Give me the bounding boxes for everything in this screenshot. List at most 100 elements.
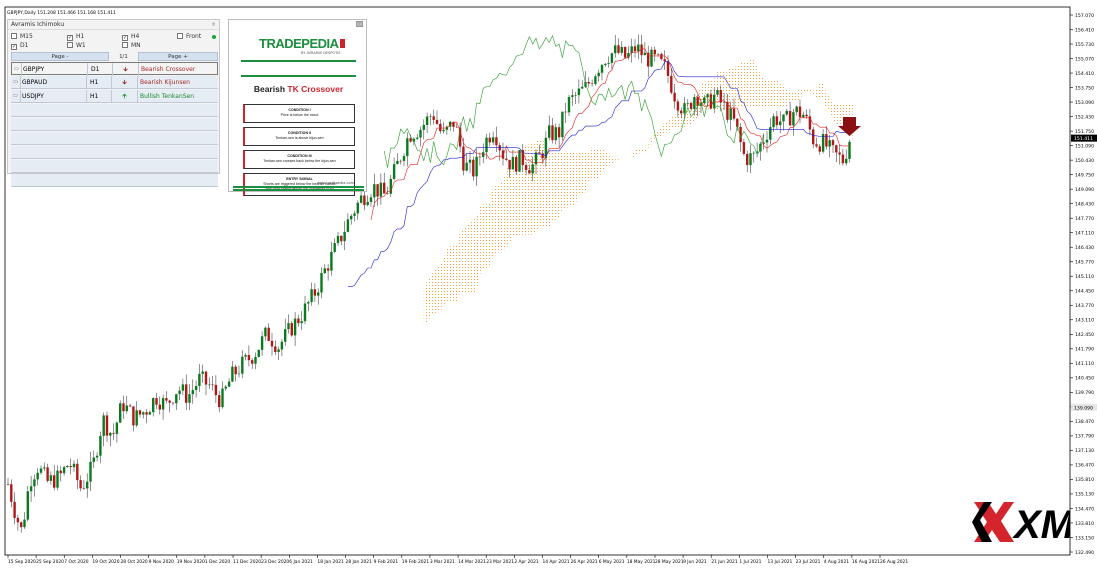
bearish-candle — [732, 108, 736, 119]
bullish-candle — [567, 97, 571, 113]
bullish-candle — [92, 457, 95, 462]
bearish-candle — [670, 75, 673, 93]
table-row-empty — [11, 132, 218, 145]
bullish-candle — [406, 138, 409, 157]
bearish-candle — [234, 366, 237, 375]
table-row[interactable]: ▭ GBPJPY D1 🡫 Bearish Crossover — [11, 62, 218, 76]
bearish-candle — [623, 47, 627, 58]
bearish-candle — [82, 488, 86, 489]
bullish-candle — [33, 479, 36, 487]
signal-cell: Bullish TenkanSen — [140, 93, 195, 100]
bullish-candle — [303, 303, 307, 322]
bullish-candle — [135, 410, 138, 426]
timeframe-m15[interactable]: M15 — [11, 33, 33, 41]
bullish-candle — [729, 108, 732, 120]
timeframe-h4[interactable]: ✓ H4 — [122, 33, 139, 41]
bullish-candle — [224, 386, 227, 389]
bearish-candle — [435, 119, 439, 124]
timeframe-front[interactable]: Front — [177, 33, 201, 41]
timeframe-cell: D1 — [88, 63, 113, 76]
checkbox-icon — [122, 42, 128, 48]
price-tick-label: 143.110 — [1075, 318, 1094, 324]
price-tick-label: 133.810 — [1075, 521, 1094, 527]
bullish-candle — [795, 106, 798, 113]
bullish-candle — [330, 251, 333, 271]
tradepedia-strategy-card: ⊠ TRADEPEDIA BY AVRAMIS DESPOTIS Bearish… — [228, 19, 367, 196]
page-prev-button[interactable]: Page - — [11, 52, 109, 61]
bullish-candle — [350, 215, 353, 220]
bearish-candle — [69, 466, 72, 468]
table-row[interactable]: ▭ USDJPY H1 🡩 Bullish TenkanSen — [11, 90, 218, 103]
date-tick-label: 19 Nov 2020 — [177, 559, 205, 565]
bullish-candle — [161, 398, 165, 410]
price-tick-label: 155.730 — [1075, 42, 1094, 48]
status-dot-icon — [212, 35, 216, 39]
bullish-candle — [191, 390, 194, 395]
bullish-candle — [561, 111, 564, 138]
timeframe-cell: H1 — [87, 90, 112, 103]
bullish-candle — [257, 349, 260, 357]
chart-icon[interactable]: ▭ — [11, 90, 21, 103]
bearish-candle — [488, 137, 491, 143]
bullish-candle — [785, 110, 788, 115]
bullish-candle — [188, 394, 191, 403]
chart-icon[interactable]: ▭ — [11, 76, 21, 89]
bullish-candle — [571, 95, 574, 98]
date-tick-label: 26 Apr 2021 — [571, 559, 598, 565]
checkbox-icon — [177, 33, 183, 39]
close-icon[interactable]: ⊠ — [356, 21, 363, 28]
bearish-candle — [689, 102, 693, 109]
bearish-candle — [204, 371, 208, 385]
table-row[interactable]: ▭ GBPAUD H1 🡫 Bearish Kijunsen — [11, 76, 218, 89]
bullish-candle — [828, 140, 831, 147]
date-tick-label: 16 Aug 2021 — [852, 559, 880, 565]
price-tick-label: 149.750 — [1075, 172, 1094, 178]
price-tick-label: 152.430 — [1075, 114, 1094, 120]
bearish-candle — [376, 184, 379, 197]
bullish-candle — [264, 327, 267, 337]
bullish-candle — [356, 202, 359, 214]
chart-icon[interactable]: ▭ — [12, 63, 22, 76]
bullish-candle — [23, 519, 26, 528]
checkbox-icon — [11, 33, 17, 39]
close-icon[interactable]: × — [211, 20, 216, 30]
date-tick-label: 23 Jul 2021 — [796, 559, 821, 565]
bullish-candle — [600, 65, 604, 73]
bullish-candle — [419, 129, 422, 138]
bullish-candle — [320, 273, 323, 293]
divider — [241, 75, 356, 77]
bullish-candle — [280, 341, 284, 350]
bearish-candle — [145, 412, 148, 415]
price-tick-label: 141.790 — [1075, 347, 1094, 353]
date-axis: 15 Sep 2020 25 Sep 2020 7 Oct 2020 19 Oct 2… — [7, 555, 908, 565]
bullish-candle — [39, 468, 43, 473]
bearish-candle — [633, 46, 637, 52]
bullish-candle — [782, 114, 785, 122]
bullish-candle — [277, 349, 280, 353]
bullish-candle — [148, 412, 152, 415]
date-tick-label: 11 Dec 2020 — [233, 559, 261, 565]
timeframe-w1[interactable]: W1 — [67, 42, 86, 50]
page-next-button[interactable]: Page + — [138, 52, 218, 61]
bearish-candle — [383, 182, 386, 194]
timeframe-d1[interactable]: ✓ D1 — [11, 42, 28, 50]
bearish-candle — [478, 156, 482, 158]
bearish-candle — [818, 146, 821, 152]
date-tick-label: 18 Jan 2021 — [317, 559, 344, 565]
xm-logo: XM — [972, 502, 1070, 544]
bullish-candle — [86, 481, 89, 489]
price-tick-label: 136.470 — [1075, 463, 1094, 469]
bullish-candle — [656, 53, 660, 55]
bearish-candle — [112, 432, 115, 434]
bullish-candle — [287, 323, 290, 330]
bullish-candle — [56, 470, 59, 488]
timeframe-h1[interactable]: ✓ H1 — [67, 33, 84, 41]
pair-cell: USDJPY — [21, 90, 87, 103]
bearish-candle — [168, 400, 171, 403]
bearish-candle — [76, 463, 79, 481]
timeframe-mn[interactable]: MN — [122, 42, 141, 50]
logo-subtitle: BY AVRAMIS DESPOTIS — [301, 51, 341, 55]
bullish-candle — [109, 432, 112, 436]
checkbox-checked-icon: ✓ — [67, 35, 73, 41]
bullish-candle — [300, 321, 303, 324]
